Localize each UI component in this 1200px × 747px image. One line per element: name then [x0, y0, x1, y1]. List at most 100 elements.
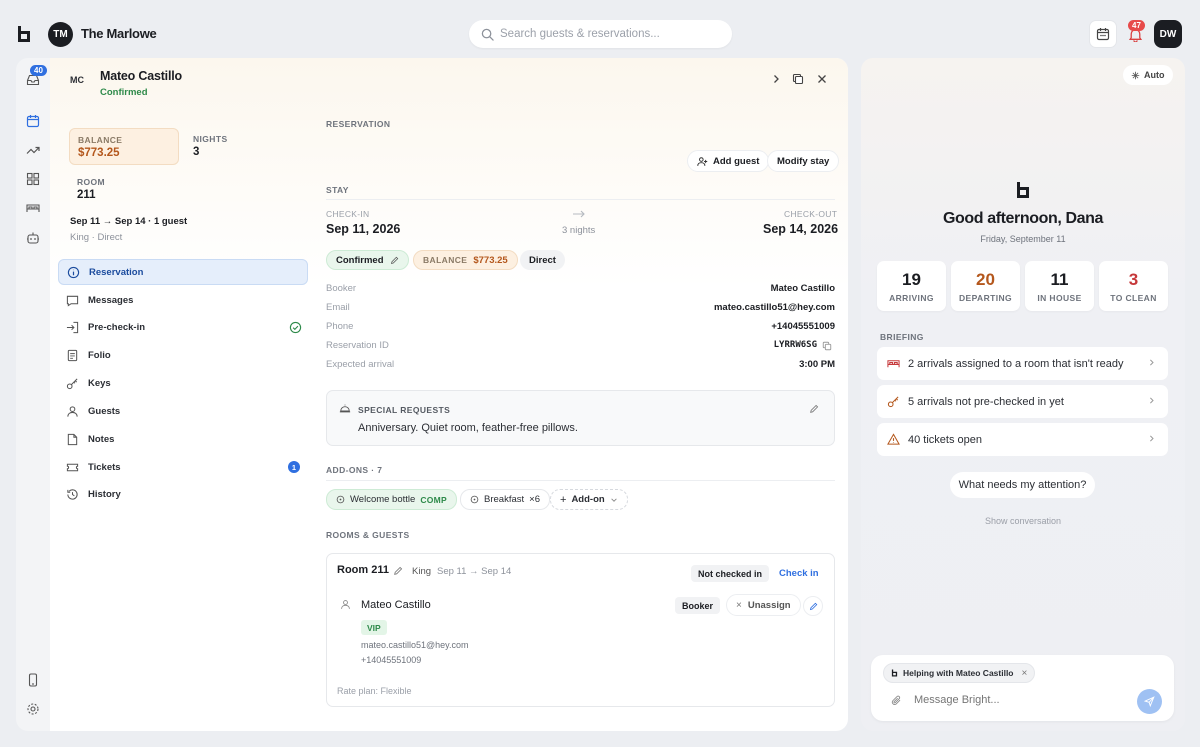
close-button[interactable]: [816, 73, 828, 88]
check-circle-icon: [289, 321, 302, 333]
analytics-rail-button[interactable]: [25, 142, 41, 158]
nav-keys[interactable]: Keys: [58, 370, 308, 396]
detail-row-expected-arrival: Expected arrival 3:00 PM: [326, 359, 835, 370]
reservation-section-label: RESERVATION: [326, 119, 391, 129]
next-button[interactable]: [770, 73, 782, 88]
show-conversation-link[interactable]: Show conversation: [861, 516, 1185, 526]
auto-label: Auto: [1144, 70, 1165, 80]
modify-stay-button[interactable]: Modify stay: [767, 150, 840, 172]
rooms-section-label: ROOMS & GUESTS: [326, 530, 410, 540]
room-value: 211: [77, 189, 96, 201]
top-bar: TM The Marlowe 47 DW: [0, 0, 1200, 58]
occupant-email: mateo.castillo51@hey.com: [361, 640, 469, 650]
greeting: Good afternoon, Dana: [942, 210, 1103, 227]
today-date: Friday, September 11: [980, 234, 1066, 244]
pencil-icon: [390, 256, 398, 264]
search-input[interactable]: [500, 28, 720, 40]
briefing-text: 5 arrivals not pre-checked in yet: [908, 395, 1064, 408]
send-button[interactable]: [1137, 689, 1162, 714]
grid-rail-button[interactable]: [25, 171, 41, 187]
detail-value[interactable]: mateo.castillo51@hey.com: [714, 302, 835, 313]
addon-welcome-bottle[interactable]: Welcome bottle COMP: [326, 489, 458, 510]
user-avatar[interactable]: DW: [1154, 20, 1182, 48]
stat-number: 11: [1050, 270, 1069, 289]
login-icon: [66, 321, 79, 333]
stat-departing[interactable]: 20 DEPARTING: [951, 261, 1020, 311]
nav-tickets[interactable]: Tickets 1: [58, 454, 308, 480]
modify-stay-label: Modify stay: [777, 155, 830, 167]
briefing-item-pre-check-in[interactable]: 5 arrivals not pre-checked in yet: [877, 385, 1168, 418]
balance-pill-value: $773.25: [473, 254, 508, 266]
rooms-rail-button[interactable]: [25, 200, 41, 216]
briefing-item-tickets[interactable]: 40 tickets open: [877, 423, 1168, 456]
add-guest-button[interactable]: Add guest: [687, 150, 770, 172]
detail-key: Email: [326, 302, 350, 313]
mobile-rail-button[interactable]: [25, 672, 41, 688]
org-name[interactable]: The Marlowe: [81, 26, 157, 41]
pencil-icon[interactable]: [809, 404, 819, 414]
stat-arriving[interactable]: 19 ARRIVING: [877, 261, 946, 311]
settings-rail-button[interactable]: [25, 701, 41, 717]
calendar-rail-button[interactable]: [25, 113, 41, 129]
copy-icon[interactable]: [822, 341, 832, 351]
nav-pre-check-in[interactable]: Pre-check-in: [58, 314, 308, 340]
detail-row-booker: Booker Mateo Castillo: [326, 283, 835, 294]
nav-notes[interactable]: Notes: [58, 426, 308, 452]
nights-value: 3: [193, 146, 200, 158]
stat-number: 3: [1128, 270, 1139, 289]
add-addon-button[interactable]: + Add-on: [550, 489, 628, 510]
auto-toggle[interactable]: Auto: [1123, 65, 1173, 85]
stat-in-house[interactable]: 11 IN HOUSE: [1025, 261, 1094, 311]
bell-concierge-icon: [339, 404, 351, 413]
stat-label: DEPARTING: [958, 293, 1013, 303]
nav-label: Reservation: [89, 266, 144, 278]
message-input[interactable]: [914, 691, 1114, 709]
add-addon-label: Add-on: [571, 494, 605, 505]
detail-value: 3:00 PM: [799, 359, 835, 370]
message-icon: [66, 295, 79, 307]
close-icon[interactable]: ×: [1022, 668, 1028, 679]
duplicate-button[interactable]: [792, 73, 804, 88]
balance-card: BALANCE $773.25: [69, 128, 179, 165]
reservation-panel: MC Mateo Castillo Confirmed BALANCE $773…: [50, 58, 848, 731]
stat-to-clean[interactable]: 3 TO CLEAN: [1099, 261, 1168, 311]
check-in-button[interactable]: Check in: [779, 568, 819, 579]
room-type: King: [412, 566, 432, 577]
briefing-item-rooms-not-ready[interactable]: 2 arrivals assigned to a room that isn't…: [877, 347, 1168, 380]
phone-icon: [28, 673, 38, 687]
nav-messages[interactable]: Messages: [58, 287, 308, 313]
bot-rail-button[interactable]: [25, 230, 41, 246]
occupant-phone: +14045551009: [361, 655, 422, 665]
search-bar[interactable]: [469, 20, 732, 48]
app-logo-icon[interactable]: [16, 25, 32, 43]
org-avatar[interactable]: TM: [48, 22, 73, 47]
nav-history[interactable]: History: [58, 481, 308, 507]
rate-plan: Rate plan: Flexible: [337, 686, 412, 696]
nav-label: Pre-check-in: [88, 321, 146, 333]
suggestion-chip[interactable]: What needs my attention?: [950, 472, 1095, 498]
note-icon: [67, 433, 78, 445]
pencil-icon[interactable]: [393, 566, 403, 576]
nav-reservation[interactable]: Reservation: [58, 259, 308, 285]
nav-label: Folio: [88, 349, 111, 361]
context-chip[interactable]: Helping with Mateo Castillo ×: [883, 663, 1036, 683]
history-icon: [67, 488, 78, 500]
edit-occupant-button[interactable]: [803, 596, 823, 616]
bed-icon: [26, 204, 40, 212]
calendar-button[interactable]: [1089, 20, 1117, 48]
detail-value[interactable]: +14045551009: [771, 321, 835, 332]
ticket-icon: [66, 463, 79, 471]
unassign-button[interactable]: × Unassign: [726, 594, 801, 616]
user-icon: [341, 600, 350, 609]
addon-name: Welcome bottle: [350, 494, 416, 505]
detail-key: Phone: [326, 321, 354, 332]
room-status-badge: Not checked in: [691, 565, 770, 582]
nav-guests[interactable]: Guests: [58, 398, 308, 424]
stat-label: IN HOUSE: [1037, 293, 1082, 303]
status-pill[interactable]: Confirmed: [326, 250, 409, 270]
warning-icon: [887, 433, 900, 445]
nav-folio[interactable]: Folio: [58, 342, 308, 368]
paperclip-icon[interactable]: [891, 695, 902, 706]
sparkle-icon: [1131, 71, 1140, 79]
addon-breakfast[interactable]: Breakfast ×6: [460, 489, 550, 510]
